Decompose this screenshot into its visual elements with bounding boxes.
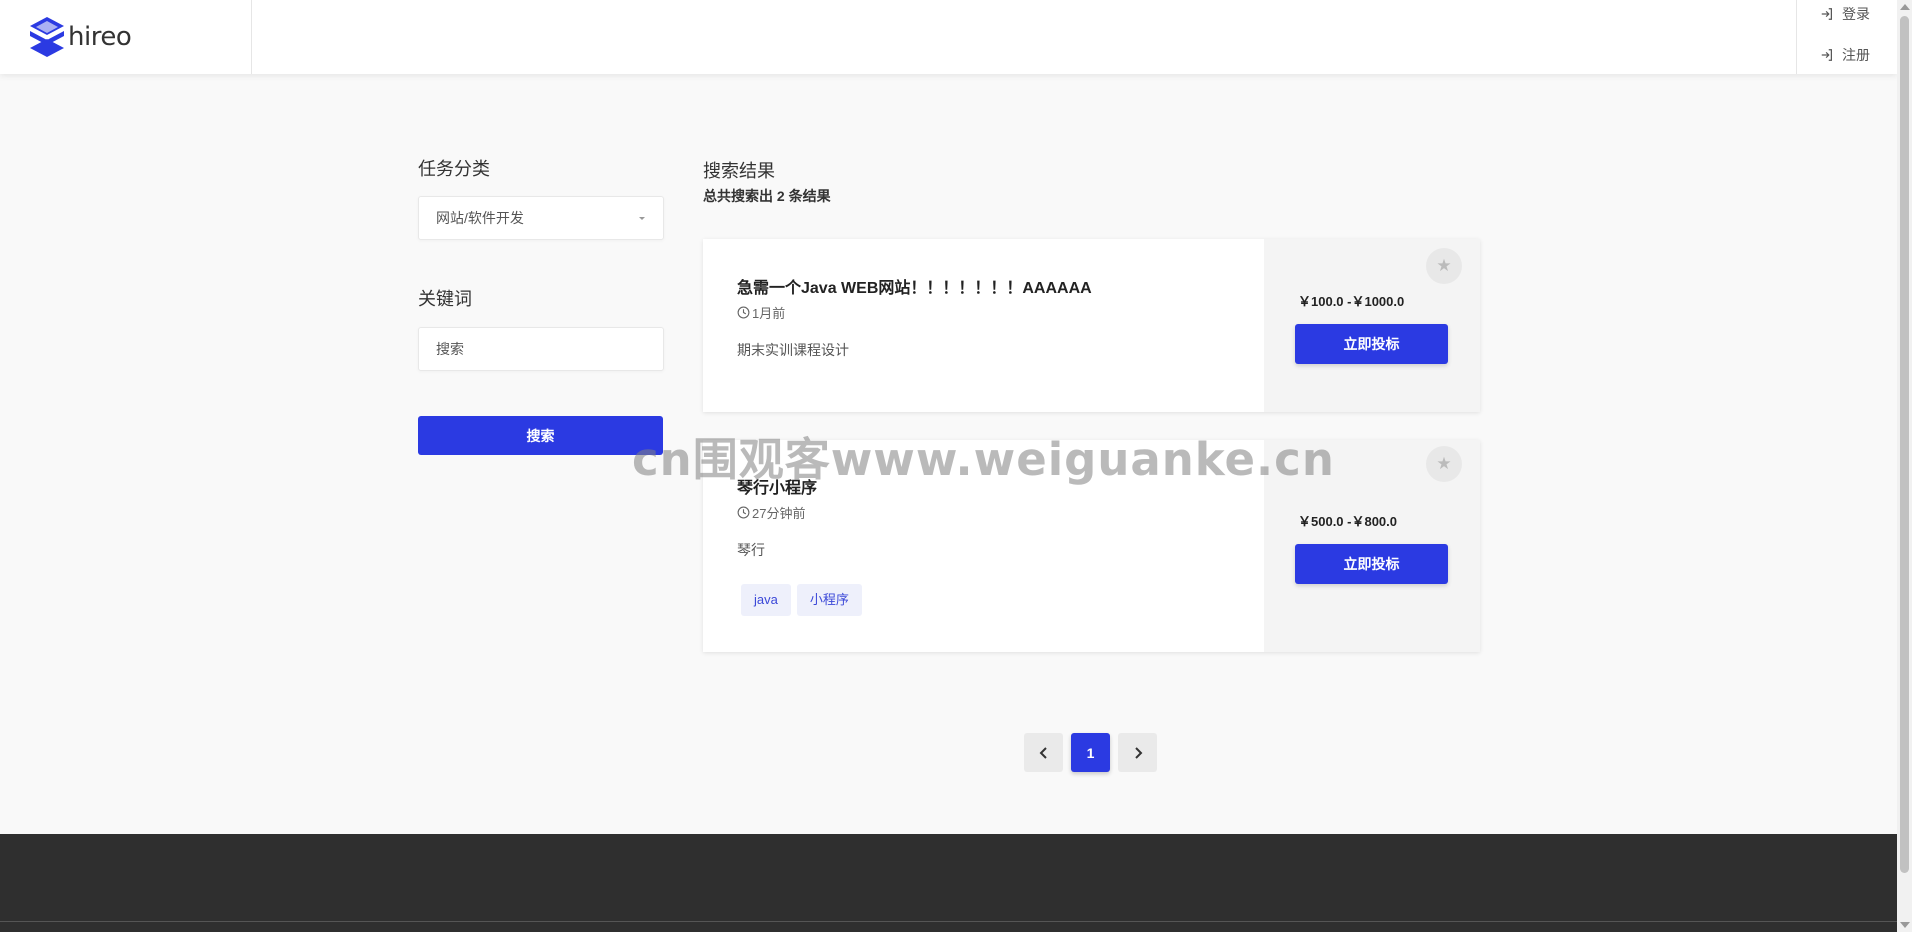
clock-icon <box>737 506 750 519</box>
task-card-main: 琴行小程序 27分钟前 琴行 java 小程序 <box>703 440 1264 652</box>
task-time-text: 1月前 <box>752 306 786 321</box>
task-time-text: 27分钟前 <box>752 506 806 521</box>
page-number-button[interactable]: 1 <box>1071 733 1110 772</box>
star-icon[interactable]: ★ <box>1426 248 1462 284</box>
tag-miniprogram[interactable]: 小程序 <box>796 584 862 616</box>
task-time: 27分钟前 <box>737 503 805 522</box>
task-card[interactable]: 急需一个Java WEB网站！！！！！！！AAAAAA 1月前 期末实训课程设计… <box>703 239 1480 412</box>
chevron-left-icon <box>1039 746 1047 759</box>
footer-divider <box>0 921 1897 922</box>
task-card-side: ★ ￥500.0 -￥800.0 立即投标 <box>1264 440 1480 652</box>
category-selected-value: 网站/软件开发 <box>436 210 524 226</box>
caret-down-icon <box>639 217 645 220</box>
page-scrollbar[interactable] <box>1897 0 1912 932</box>
scroll-down-arrow-icon[interactable] <box>1900 922 1910 928</box>
task-title[interactable]: 急需一个Java WEB网站！！！！！！！AAAAAA <box>737 274 1092 298</box>
scroll-thumb[interactable] <box>1900 16 1909 873</box>
task-tags: java 小程序 <box>741 584 862 616</box>
scroll-up-arrow-icon[interactable] <box>1900 4 1910 10</box>
category-select[interactable]: 网站/软件开发 <box>418 196 664 240</box>
header-divider <box>251 0 252 74</box>
logo-text: hireo <box>68 22 132 52</box>
logo[interactable]: hireo <box>30 16 132 58</box>
results-count: 总共搜索出 2 条结果 <box>703 188 831 204</box>
star-icon[interactable]: ★ <box>1426 446 1462 482</box>
keyword-title: 关键词 <box>418 289 472 309</box>
task-price: ￥500.0 -￥800.0 <box>1298 514 1398 529</box>
task-time: 1月前 <box>737 303 785 322</box>
register-link[interactable]: 注册 <box>1820 45 1870 65</box>
task-description: 期末实训课程设计 <box>737 342 849 358</box>
auth-links: 登录 注册 <box>1820 4 1870 65</box>
task-description: 琴行 <box>737 542 765 558</box>
bid-button[interactable]: 立即投标 <box>1295 324 1448 364</box>
login-icon <box>1821 8 1832 20</box>
register-label: 注册 <box>1842 47 1870 63</box>
header-divider <box>1796 0 1797 74</box>
login-icon <box>1821 49 1832 61</box>
task-price: ￥100.0 -￥1000.0 <box>1298 294 1405 309</box>
next-page-button[interactable] <box>1118 733 1157 772</box>
login-link[interactable]: 登录 <box>1820 4 1870 24</box>
category-title: 任务分类 <box>418 159 490 179</box>
task-card[interactable]: 琴行小程序 27分钟前 琴行 java 小程序 ★ ￥500.0 -￥800.0… <box>703 440 1480 652</box>
page-footer <box>0 834 1897 932</box>
task-card-main: 急需一个Java WEB网站！！！！！！！AAAAAA 1月前 期末实训课程设计 <box>703 239 1264 412</box>
chevron-right-icon <box>1134 746 1142 759</box>
clock-icon <box>737 306 750 319</box>
bid-button[interactable]: 立即投标 <box>1295 544 1448 584</box>
logo-icon <box>30 17 64 57</box>
task-title[interactable]: 琴行小程序 <box>737 474 817 498</box>
pagination: 1 <box>1024 733 1157 772</box>
prev-page-button[interactable] <box>1024 733 1063 772</box>
top-header: hireo 登录 注册 <box>0 0 1897 74</box>
task-card-side: ★ ￥100.0 -￥1000.0 立即投标 <box>1264 239 1480 412</box>
results-title: 搜索结果 <box>703 161 775 181</box>
tag-java[interactable]: java <box>741 584 791 616</box>
search-button[interactable]: 搜索 <box>418 416 663 455</box>
login-label: 登录 <box>1842 6 1870 22</box>
keyword-search-input[interactable] <box>418 327 664 371</box>
